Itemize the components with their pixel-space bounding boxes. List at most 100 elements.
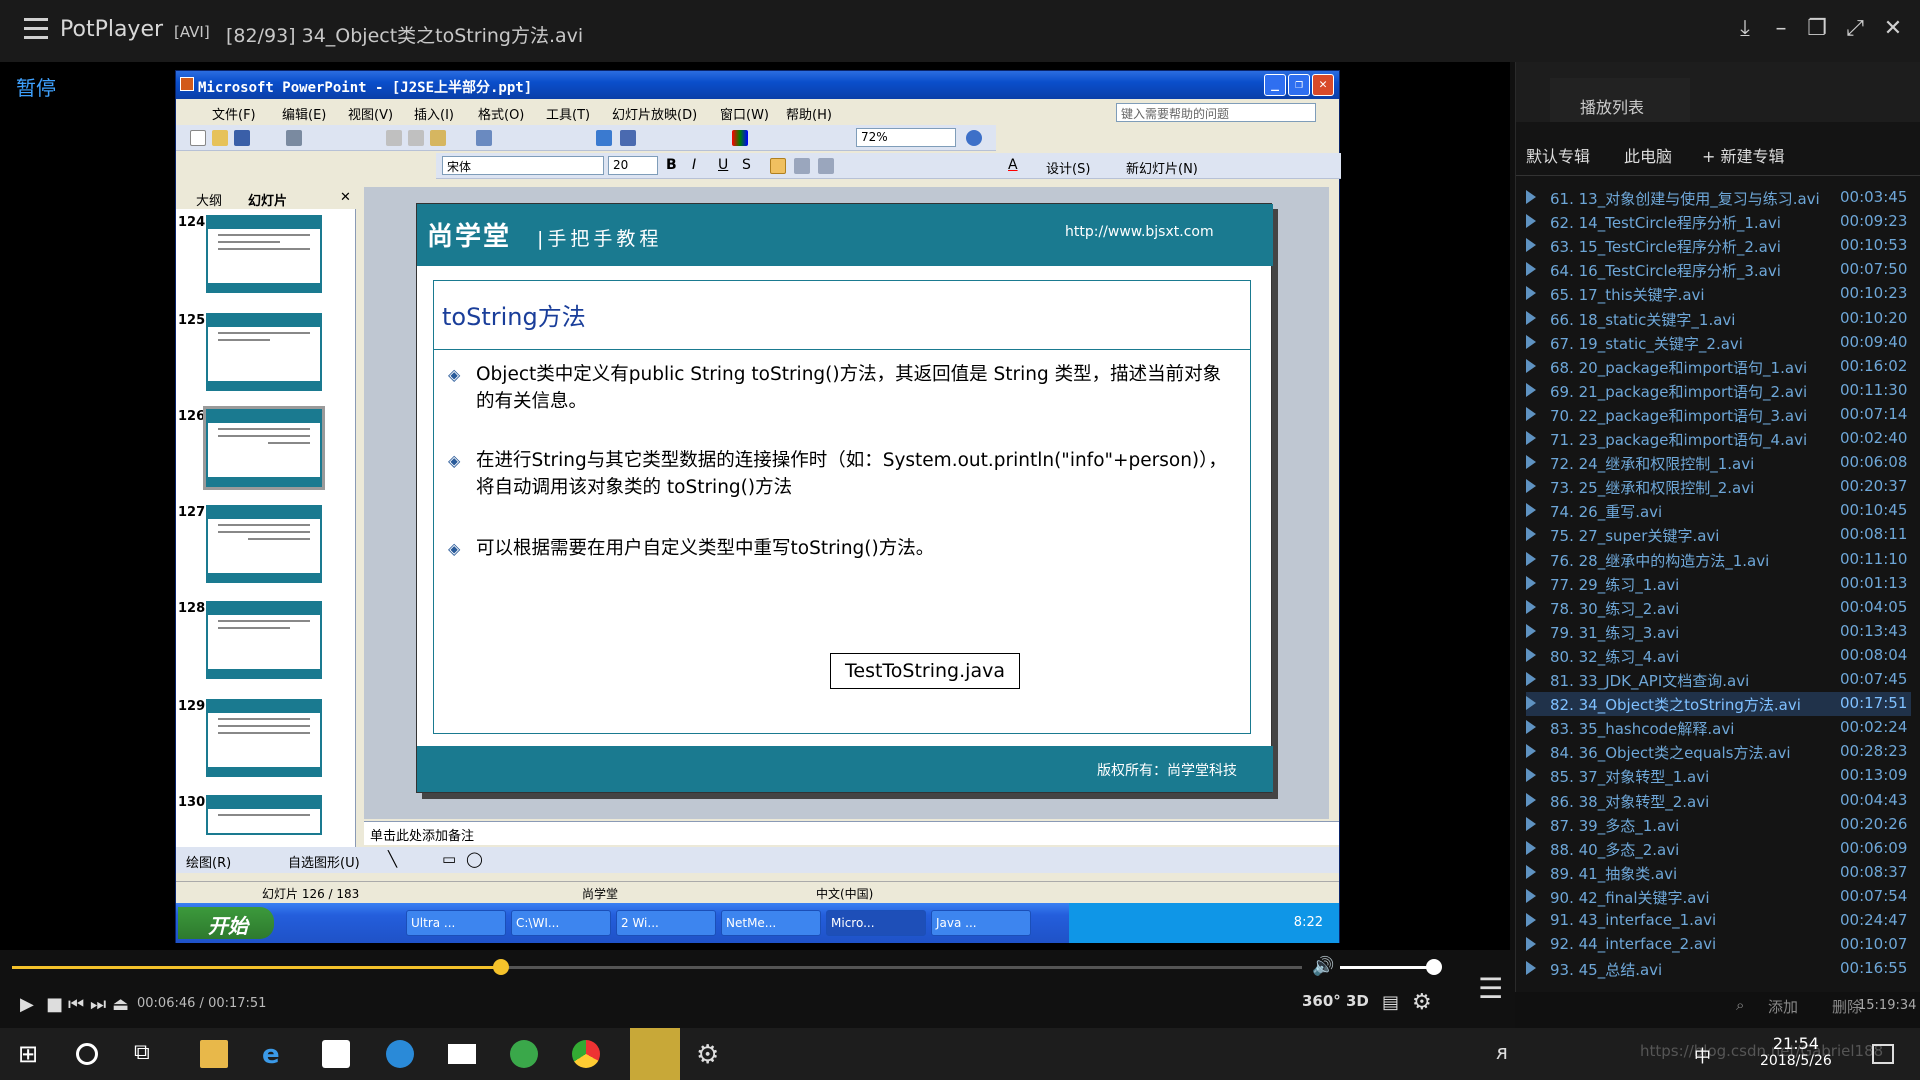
new-icon[interactable]	[190, 130, 206, 146]
previous-icon[interactable]: ⏮	[68, 994, 84, 1015]
playlist-item[interactable]: 70. 22_package和import语句_3.avi 00:07:14	[1526, 403, 1911, 427]
table-icon[interactable]	[620, 130, 636, 146]
align-left-icon[interactable]	[770, 158, 786, 174]
ime-indicator[interactable]: 中	[1694, 1042, 1711, 1067]
menu-edit[interactable]: 编辑(E)	[282, 104, 326, 123]
italic-icon[interactable]: I	[692, 157, 696, 173]
notification-icon[interactable]	[1872, 1044, 1894, 1064]
playlist-item[interactable]: 82. 34_Object类之toString方法.avi 00:17:51	[1526, 692, 1911, 717]
xp-task-button[interactable]: Ultra ...	[406, 910, 506, 936]
ppt-minimize-icon[interactable]: _	[1264, 74, 1286, 96]
volume-icon[interactable]: 🔊	[1312, 956, 1334, 977]
font-name-select[interactable]: 宋体	[442, 156, 604, 175]
fullscreen-icon[interactable]: ⤢	[1842, 16, 1868, 41]
playlist-item[interactable]: 83. 35_hashcode解释.avi 00:02:24	[1526, 716, 1911, 740]
system-clock[interactable]: 21:54 2018/5/26	[1760, 1034, 1832, 1069]
playlist-item[interactable]: 84. 36_Object类之equals方法.avi 00:28:23	[1526, 740, 1911, 764]
eject-icon[interactable]: ⏏	[112, 994, 129, 1015]
close-icon[interactable]: ✕	[1880, 16, 1906, 41]
playlist-item[interactable]: 66. 18_static关键字_1.avi 00:10:20	[1526, 307, 1911, 331]
add-button[interactable]: 添加	[1768, 996, 1798, 1017]
slide-editing-area[interactable]: 尚学堂 |手把手教程 http://www.bjsxt.com toString…	[364, 187, 1329, 819]
minimize-icon[interactable]: –	[1768, 16, 1794, 41]
slide-thumbnail[interactable]	[206, 215, 322, 293]
bold-icon[interactable]: B	[666, 157, 677, 173]
chart-icon[interactable]	[596, 130, 612, 146]
volume-slider[interactable]	[1340, 959, 1442, 975]
tab-default-album[interactable]: 默认专辑	[1526, 143, 1590, 167]
app-icon[interactable]	[386, 1040, 414, 1068]
playlist-item[interactable]: 78. 30_练习_2.avi 00:04:05	[1526, 596, 1911, 620]
draw-menu[interactable]: 绘图(R)	[186, 852, 231, 871]
pin-icon[interactable]: ⤓	[1732, 16, 1758, 41]
playlist-item[interactable]: 64. 16_TestCircle程序分析_3.avi 00:07:50	[1526, 258, 1911, 282]
playlist-item[interactable]: 62. 14_TestCircle程序分析_1.avi 00:09:23	[1526, 210, 1911, 234]
slide-thumbnail[interactable]	[206, 601, 322, 679]
play-icon[interactable]: ▶	[20, 994, 34, 1015]
browser-icon[interactable]	[510, 1040, 538, 1068]
slide-thumbnail[interactable]	[206, 795, 322, 835]
playlist-item[interactable]: 76. 28_继承中的构造方法_1.avi 00:11:10	[1526, 548, 1911, 572]
vr-360-button[interactable]: 360°	[1302, 992, 1341, 1010]
color-icon[interactable]	[732, 130, 748, 146]
tab-outline[interactable]: 大纲	[196, 190, 222, 209]
menu-window[interactable]: 窗口(W)	[720, 104, 769, 123]
menu-tools[interactable]: 工具(T)	[546, 104, 590, 123]
playlist-item[interactable]: 63. 15_TestCircle程序分析_2.avi 00:10:53	[1526, 234, 1911, 258]
playlist-item[interactable]: 80. 32_练习_4.avi 00:08:04	[1526, 644, 1911, 668]
settings-gear-icon[interactable]: ⚙	[1412, 990, 1432, 1015]
open-icon[interactable]	[212, 130, 228, 146]
tab-slides[interactable]: 幻灯片	[248, 190, 287, 209]
playlist-item[interactable]: 93. 45_总结.avi 00:16:55	[1526, 957, 1911, 981]
cut-icon[interactable]	[386, 130, 402, 146]
playlist-item[interactable]: 61. 13_对象创建与使用_复习与练习.avi 00:03:45	[1526, 186, 1911, 210]
subtitle-icon[interactable]: ▤	[1382, 992, 1399, 1013]
align-center-icon[interactable]	[794, 158, 810, 174]
playlist-tab[interactable]: 播放列表	[1550, 78, 1690, 122]
playlist-item[interactable]: 92. 44_interface_2.avi 00:10:07	[1526, 933, 1911, 957]
menu-format[interactable]: 格式(O)	[478, 104, 524, 123]
hamburger-menu-icon[interactable]	[24, 18, 48, 40]
cortana-icon[interactable]	[76, 1043, 98, 1065]
xp-task-button[interactable]: C:\WI...	[511, 910, 611, 936]
font-size-select[interactable]: 20	[608, 156, 658, 175]
playlist-item[interactable]: 74. 26_重写.avi 00:10:45	[1526, 499, 1911, 523]
playlist-item[interactable]: 91. 43_interface_1.avi 00:24:47	[1526, 909, 1911, 933]
ppt-close-icon[interactable]: ✕	[1312, 74, 1334, 96]
playlist-item[interactable]: 79. 31_练习_3.avi 00:13:43	[1526, 620, 1911, 644]
xp-task-button[interactable]: NetMe...	[721, 910, 821, 936]
task-view-icon[interactable]: ⧉	[134, 1040, 162, 1068]
search-icon[interactable]: ⌕	[1736, 996, 1744, 1014]
people-icon[interactable]: ᴙ	[1496, 1040, 1524, 1068]
menu-slideshow[interactable]: 幻灯片放映(D)	[612, 104, 697, 123]
playlist-item[interactable]: 65. 17_this关键字.avi 00:10:23	[1526, 282, 1911, 306]
menu-insert[interactable]: 插入(I)	[414, 104, 454, 123]
notes-field[interactable]: 单击此处添加备注	[364, 821, 1339, 845]
3d-button[interactable]: 3D	[1346, 992, 1369, 1010]
undo-icon[interactable]	[476, 130, 492, 146]
stop-icon[interactable]: ■	[46, 994, 63, 1015]
windows-start-icon[interactable]: ⊞	[18, 1040, 46, 1068]
next-icon[interactable]: ⏭	[90, 994, 106, 1015]
xp-task-button[interactable]: 2 Wi...	[616, 910, 716, 936]
playlist-item[interactable]: 68. 20_package和import语句_1.avi 00:16:02	[1526, 355, 1911, 379]
align-right-icon[interactable]	[818, 158, 834, 174]
seek-knob[interactable]	[492, 959, 509, 975]
shadow-icon[interactable]: S	[742, 157, 751, 173]
help-search-input[interactable]: 键入需要帮助的问题	[1116, 103, 1316, 122]
volume-knob[interactable]	[1426, 959, 1442, 975]
font-color-icon[interactable]: A	[1008, 157, 1018, 173]
chrome-icon[interactable]	[572, 1040, 600, 1068]
seek-bar[interactable]	[12, 959, 1302, 975]
ppt-restore-icon[interactable]: ❐	[1288, 74, 1310, 96]
tab-this-pc[interactable]: 此电脑	[1624, 143, 1672, 167]
copy-icon[interactable]	[408, 130, 424, 146]
menu-help[interactable]: 帮助(H)	[786, 104, 832, 123]
menu-file[interactable]: 文件(F)	[212, 104, 256, 123]
playlist-item[interactable]: 77. 29_练习_1.avi 00:01:13	[1526, 572, 1911, 596]
pane-close-icon[interactable]: ✕	[340, 190, 351, 205]
save-icon[interactable]	[234, 130, 250, 146]
new-slide-button[interactable]: 新幻灯片(N)	[1126, 158, 1198, 177]
design-button[interactable]: 设计(S)	[1046, 158, 1090, 177]
playlist-item[interactable]: 86. 38_对象转型_2.avi 00:04:43	[1526, 789, 1911, 813]
